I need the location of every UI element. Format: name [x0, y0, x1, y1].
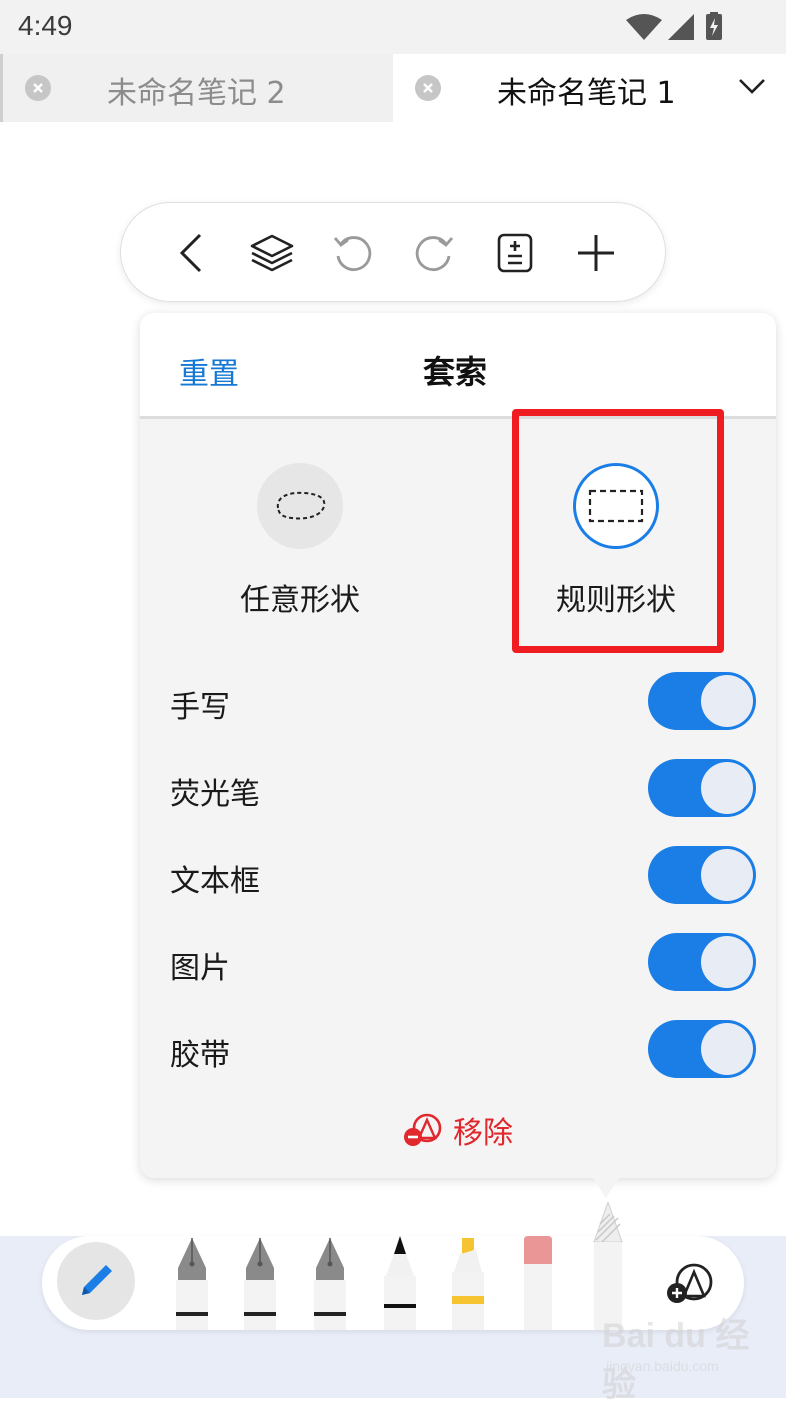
remove-button[interactable]: 移除 — [140, 1108, 776, 1152]
tab-note-1[interactable]: 未命名笔记 1 — [393, 54, 786, 122]
toggle-knob — [701, 849, 753, 901]
toggle-switch[interactable] — [648, 846, 756, 904]
toggle-switch[interactable] — [648, 759, 756, 817]
status-icons — [626, 12, 722, 40]
option-label: 手写 — [170, 690, 230, 725]
remove-label: 移除 — [453, 1116, 513, 1151]
highlight-annotation — [512, 409, 724, 653]
panel-header: 重置 套索 — [140, 313, 776, 419]
option-row-handwriting: 手写 — [170, 672, 756, 732]
pencil-tool[interactable] — [57, 1242, 135, 1320]
eraser-icon[interactable] — [516, 1236, 560, 1330]
top-toolbar — [120, 202, 666, 302]
wifi-icon — [626, 14, 662, 40]
option-row-textbox: 文本框 — [170, 846, 756, 906]
status-time: 4:49 — [18, 10, 73, 41]
tab-bar: 未命名笔记 2 未命名笔记 1 — [0, 54, 786, 122]
toggle-knob — [701, 936, 753, 988]
redo-button[interactable] — [410, 229, 458, 277]
back-icon — [179, 233, 202, 273]
watermark-main: Bai du 经验 — [602, 1317, 750, 1404]
fountain-pen-icon[interactable] — [170, 1236, 214, 1330]
layers-button[interactable] — [248, 229, 296, 277]
page-adjust-button[interactable] — [491, 229, 539, 277]
pencil-icon — [82, 1265, 112, 1295]
panel-title: 套索 — [422, 353, 487, 391]
option-label: 图片 — [170, 951, 230, 986]
close-icon[interactable] — [25, 75, 51, 101]
status-bar: 4:49 — [0, 0, 786, 54]
add-icon — [578, 235, 614, 271]
option-label: 荧光笔 — [170, 777, 260, 812]
panel-pointer — [592, 1176, 620, 1198]
chevron-down-icon[interactable] — [738, 76, 766, 96]
option-label: 文本框 — [170, 864, 260, 899]
close-icon[interactable] — [415, 75, 441, 101]
add-button[interactable] — [572, 229, 620, 277]
fountain-pen-icon[interactable] — [238, 1236, 282, 1330]
redo-icon — [415, 236, 454, 271]
watermark: Bai du 经验 jingyan.baidu.com — [590, 1300, 780, 1404]
tab-title: 未命名笔记 2 — [107, 76, 286, 111]
toggle-knob — [701, 1023, 753, 1075]
undo-button[interactable] — [329, 229, 377, 277]
fine-pen-icon[interactable] — [378, 1236, 422, 1330]
back-button[interactable] — [167, 229, 215, 277]
watermark-sub: jingyan.baidu.com — [606, 1358, 719, 1374]
toggle-knob — [701, 675, 753, 727]
option-row-image: 图片 — [170, 933, 756, 993]
toggle-switch[interactable] — [648, 672, 756, 730]
signal-icon — [668, 14, 694, 40]
page-adjust-icon — [497, 233, 533, 273]
option-label: 胶带 — [170, 1038, 230, 1073]
tab-title: 未命名笔记 1 — [497, 76, 676, 111]
remove-shape-icon — [404, 1113, 442, 1146]
toggle-switch[interactable] — [648, 933, 756, 991]
freeform-lasso-icon — [257, 463, 343, 549]
highlighter-icon[interactable] — [446, 1236, 490, 1330]
option-row-highlighter: 荧光笔 — [170, 759, 756, 819]
undo-icon — [333, 236, 372, 271]
toggle-knob — [701, 762, 753, 814]
shape-option-freeform[interactable]: 任意形状 — [200, 463, 400, 623]
option-row-tape: 胶带 — [170, 1020, 756, 1080]
shape-label: 任意形状 — [240, 583, 360, 618]
fountain-pen-icon[interactable] — [308, 1236, 352, 1330]
tab-note-2[interactable]: 未命名笔记 2 — [0, 54, 393, 122]
layers-icon — [250, 234, 294, 272]
toggle-switch[interactable] — [648, 1020, 756, 1078]
